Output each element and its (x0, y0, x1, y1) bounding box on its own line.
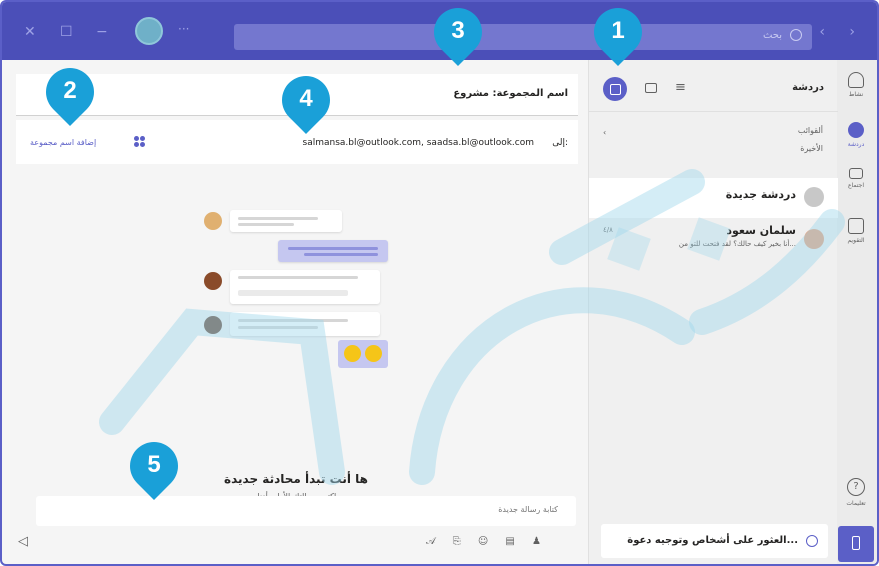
avatar (804, 229, 824, 249)
invite-people-button[interactable]: العثور على أشخاص وتوجيه دعوة... (601, 524, 828, 558)
avatar[interactable] (135, 17, 163, 45)
callout-number: 1 (611, 17, 625, 44)
empty-chat-illustration (196, 200, 396, 430)
rail-item-chat[interactable]: دردشة (834, 122, 877, 148)
app-bar: نشاط دردشة اجتماع التقويم ? تعليمات (833, 60, 877, 564)
to-recipients-field[interactable]: salmansa.bl@outlook.com, saadsa.bl@outlo… (303, 138, 535, 148)
maximize-icon[interactable]: ☐ (60, 24, 73, 40)
conversation-area: اسم المجموعة: مشروع إلى: salmansa.bl@out… (6, 60, 588, 564)
more-icon[interactable]: ··· (178, 22, 189, 36)
message-bubble (230, 270, 380, 304)
invite-label: العثور على أشخاص وتوجيه دعوة... (627, 535, 798, 546)
chat-item-name: سلمان سعود (726, 224, 796, 237)
close-icon[interactable]: ✕ (24, 24, 36, 40)
navigation-arrows-icon[interactable]: ‹ › (819, 24, 865, 40)
minimize-icon[interactable]: − (96, 24, 108, 40)
search-placeholder: بحث (762, 30, 782, 41)
chat-item-date: ٤/٨ (603, 226, 613, 234)
callout-number: 2 (63, 77, 77, 104)
person-avatar (204, 212, 222, 230)
composer-toolbar[interactable]: 𝒜 ⎘ ☺ ▤ ♟ (426, 536, 548, 547)
rail-label: نشاط (848, 91, 864, 98)
cool-emoji-icon (344, 345, 361, 362)
rail-item-activity[interactable]: نشاط (834, 72, 877, 98)
rail-item-calendar[interactable]: التقويم (834, 218, 877, 244)
group-icon (134, 136, 146, 148)
rail-label: اجتماع (847, 182, 865, 189)
chat-item-salman[interactable]: سلمان سعود أنا بخير كيف حالك؟ لقد فتحت ل… (589, 220, 838, 260)
empty-state-title: ها أنت تبدأ محادثة جديدة (224, 472, 368, 486)
avatar (804, 187, 824, 207)
video-icon (849, 168, 863, 179)
message-bubble (230, 210, 342, 232)
person-avatar (204, 316, 222, 334)
phone-icon (852, 536, 860, 550)
calendar-icon (848, 218, 864, 234)
chat-item-name: دردشة جديدة (725, 188, 796, 201)
mobile-app-button[interactable] (838, 526, 874, 562)
send-icon[interactable]: ◁ (18, 534, 28, 549)
pinned-section-label[interactable]: ألقوائب (798, 126, 823, 135)
recent-section-label[interactable]: الأخيرة (800, 144, 823, 153)
callout-number: 4 (299, 85, 313, 112)
to-label: إلى: (552, 138, 568, 148)
emoji-reaction-bubble (338, 340, 388, 368)
new-chat-button[interactable] (603, 77, 627, 101)
group-name-label: اسم المجموعة: مشروع (453, 88, 568, 99)
meet-now-icon[interactable] (645, 83, 657, 93)
callout-marker: 4 (272, 66, 340, 134)
chat-list-title: دردشة (792, 82, 824, 93)
add-group-name-link[interactable]: إضافة اسم مجموعة (30, 138, 96, 147)
rail-item-meeting[interactable]: اجتماع (834, 168, 877, 189)
teams-window: ✕ ☐ − ··· بحث ‹ › نشاط دردشة اجتماع التق… (0, 0, 879, 566)
smile-emoji-icon (365, 345, 382, 362)
help-icon[interactable]: ? (847, 478, 865, 496)
message-input[interactable] (258, 505, 558, 514)
chat-item-new[interactable]: دردشة جديدة (589, 178, 838, 218)
chat-list-panel: دردشة ≡ ألقوائب ‹ الأخيرة دردشة جديدة سل… (588, 60, 838, 564)
person-avatar (204, 272, 222, 290)
callout-marker: 2 (36, 58, 104, 126)
message-composer[interactable] (36, 496, 576, 526)
rail-label: التقويم (847, 237, 865, 244)
search-icon (790, 29, 802, 41)
callout-marker: 5 (120, 432, 188, 500)
to-row: إلى: salmansa.bl@outlook.com, saadsa.bl@… (16, 120, 578, 164)
chat-icon (848, 122, 864, 138)
callout-number: 3 (451, 17, 465, 44)
filter-icon[interactable]: ≡ (675, 80, 686, 95)
rail-label: دردشة (847, 141, 865, 148)
chat-item-preview: أنا بخير كيف حالك؟ لقد فتحت للتو من... (678, 240, 796, 248)
message-bubble (230, 312, 380, 336)
chevron-icon[interactable]: ‹ (603, 128, 606, 137)
bell-icon (848, 72, 864, 88)
chat-list-header: دردشة ≡ (589, 60, 838, 112)
callout-marker: 3 (424, 2, 492, 66)
help-label: تعليمات (846, 500, 866, 507)
people-icon (806, 535, 818, 547)
search-box[interactable]: بحث (234, 24, 812, 50)
message-bubble (278, 240, 388, 262)
callout-marker: 1 (584, 2, 652, 66)
callout-number: 5 (147, 451, 161, 478)
